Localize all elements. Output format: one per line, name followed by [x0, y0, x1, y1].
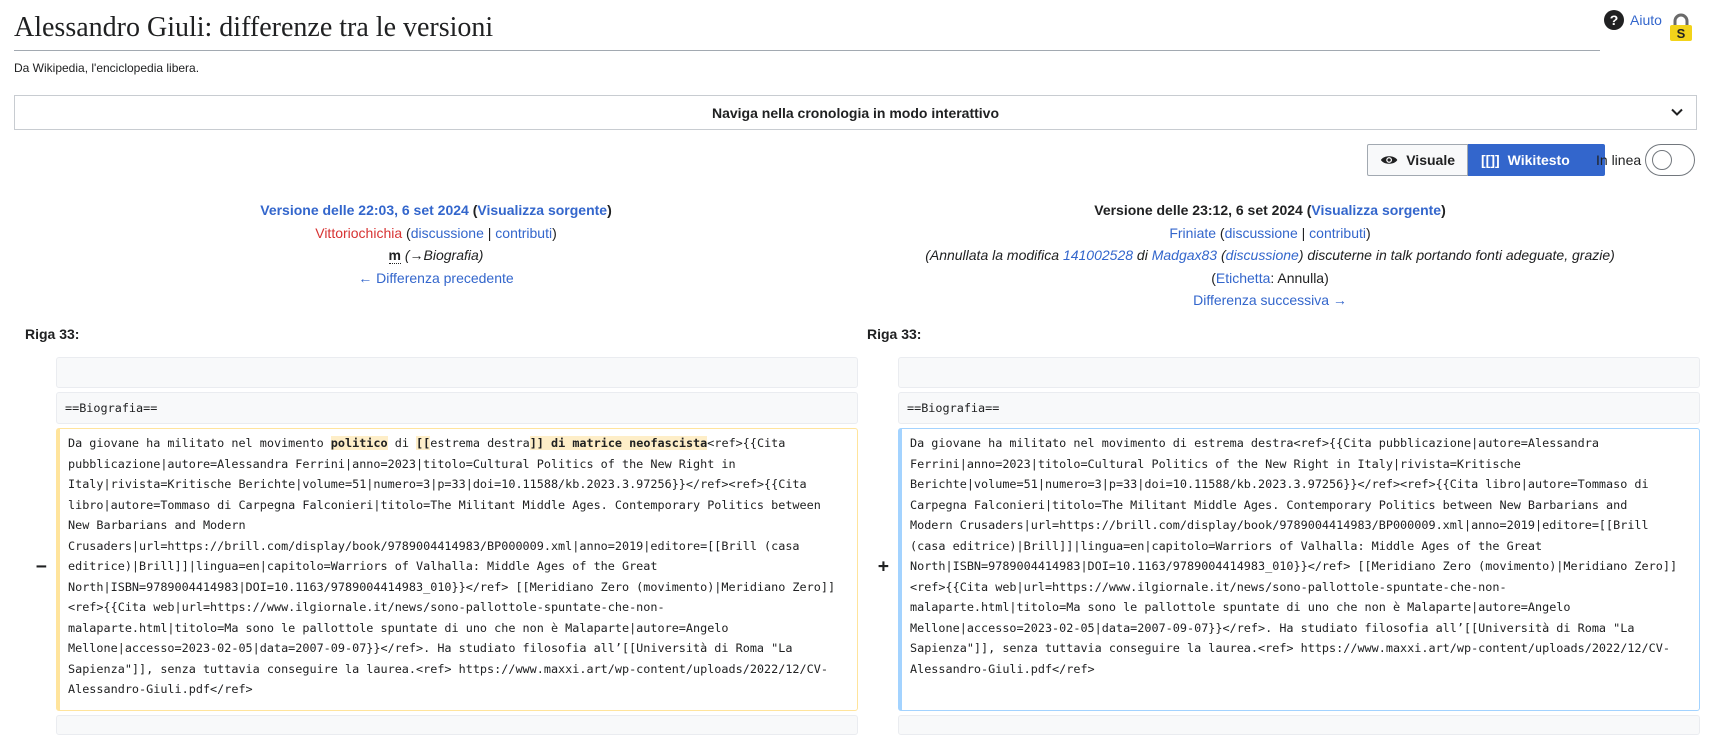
eye-icon — [1380, 156, 1398, 164]
inline-toggle-switch[interactable] — [1645, 144, 1695, 176]
new-user-contribs-link[interactable]: contributi — [1309, 225, 1366, 241]
interactive-history-toggle[interactable]: Naviga nella cronologia in modo interatt… — [14, 95, 1697, 130]
visual-label: Visuale — [1406, 152, 1455, 168]
tagline: Da Wikipedia, l'enciclopedia libera. — [14, 61, 200, 75]
diff-deleted-line: Da giovane ha militato nel movimento pol… — [56, 428, 858, 711]
new-view-source-link[interactable]: Visualizza sorgente — [1311, 202, 1441, 218]
history-bar-label: Naviga nella cronologia in modo interatt… — [711, 104, 1000, 121]
old-user-talk-link[interactable]: discussione — [411, 225, 484, 241]
diff-context-next-left — [56, 715, 858, 735]
undone-user-talk-link[interactable]: discussione — [1226, 247, 1299, 263]
previous-diff-link[interactable]: ← Differenza precedente — [358, 270, 513, 286]
minor-edit-flag: m — [388, 247, 401, 264]
undone-user-link[interactable]: Madgax83 — [1152, 247, 1217, 263]
page-title: Alessandro Giuli: differenze tra le vers… — [14, 10, 1600, 52]
help-label[interactable]: Aiuto — [1630, 12, 1662, 28]
inline-label: In linea — [1596, 152, 1642, 168]
diff-context-line-left: ==Biografia== — [56, 392, 858, 424]
wikitext-diff-button[interactable]: [[]] Wikitesto — [1468, 144, 1605, 176]
old-revision-header: Versione delle 22:03, 6 set 2024 (Visual… — [56, 199, 816, 289]
wikitext-label: Wikitesto — [1507, 152, 1570, 168]
old-revision-user: Vittoriochichia (discussione | contribut… — [315, 224, 557, 241]
added-line-marker: + — [878, 556, 889, 577]
deleted-word: politico — [330, 436, 388, 450]
new-edit-summary: (Annullata la modifica 141002528 di Madg… — [925, 247, 1615, 263]
deleted-word: ]] di matrice neofascista — [529, 436, 708, 450]
deleted-word: [[ — [416, 436, 431, 450]
help-icon: ? — [1604, 10, 1624, 30]
tag-label-link[interactable]: Etichetta — [1216, 270, 1270, 286]
wikitext-icon: [[]] — [1481, 152, 1500, 168]
diff-context-next-right — [898, 715, 1700, 735]
diff-view-toggle: Visuale [[]] Wikitesto — [1367, 144, 1605, 176]
next-diff-link[interactable]: Differenza successiva → — [1193, 292, 1347, 308]
old-revision-summary: m (→Biografia) — [56, 244, 816, 267]
diff-context-line-right: ==Biografia== — [898, 392, 1700, 424]
toggle-knob — [1652, 150, 1672, 170]
new-revision-user: Friniate (discussione | contributi) — [1169, 224, 1371, 241]
old-revision-link[interactable]: Versione delle 22:03, 6 set 2024 — [260, 202, 469, 218]
old-user-link[interactable]: Vittoriochichia — [315, 225, 402, 241]
lock-icon[interactable]: S — [1668, 12, 1694, 42]
old-user-contribs-link[interactable]: contributi — [495, 225, 552, 241]
new-revision-header: Versione delle 23:12, 6 set 2024 (Visual… — [890, 199, 1650, 312]
new-user-talk-link[interactable]: discussione — [1225, 225, 1298, 241]
diff-context-empty-right — [898, 357, 1700, 388]
visual-diff-button[interactable]: Visuale — [1367, 144, 1468, 176]
old-revision-title: Versione delle 22:03, 6 set 2024 (Visual… — [260, 202, 612, 218]
new-user-link[interactable]: Friniate — [1169, 225, 1216, 241]
old-edit-summary: (→Biografia) — [404, 247, 484, 263]
deleted-line-marker: − — [36, 556, 47, 577]
new-revision-date: Versione delle 23:12, 6 set 2024 — [1094, 202, 1303, 218]
help-link[interactable]: ? Aiuto — [1604, 10, 1662, 30]
new-line-number: Riga 33: — [867, 326, 922, 342]
svg-text:S: S — [1677, 26, 1686, 41]
undone-revision-link[interactable]: 141002528 — [1063, 247, 1133, 263]
old-line-number: Riga 33: — [25, 326, 80, 342]
revision-tags: (Etichetta: Annulla) — [1211, 269, 1329, 286]
new-revision-title: Versione delle 23:12, 6 set 2024 (Visual… — [1094, 202, 1446, 218]
diff-context-empty-left — [56, 357, 858, 388]
chevron-down-icon — [1671, 108, 1683, 116]
old-view-source-link[interactable]: Visualizza sorgente — [477, 202, 607, 218]
tag-value: Annulla — [1277, 269, 1325, 286]
diff-added-line: Da giovane ha militato nel movimento di … — [898, 428, 1700, 711]
